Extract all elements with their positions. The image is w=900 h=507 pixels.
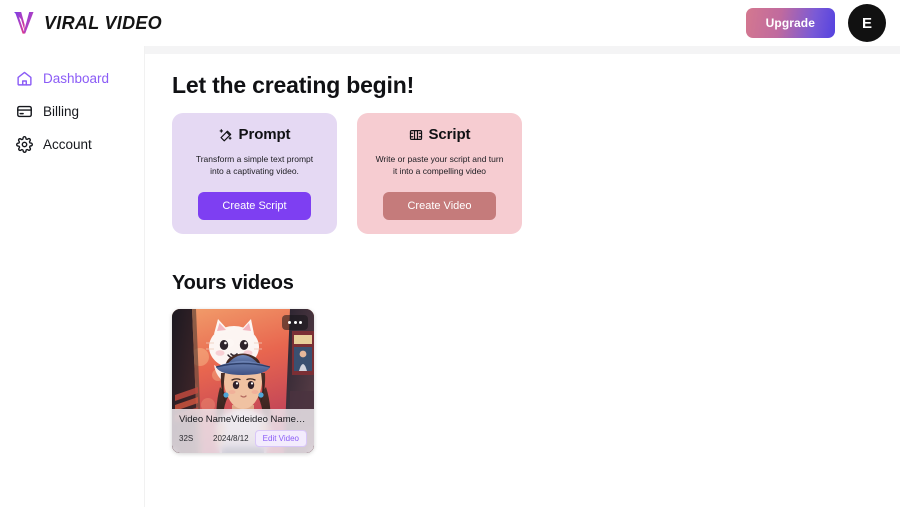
header-actions: Upgrade E (745, 4, 886, 42)
magic-wand-icon (219, 128, 233, 142)
video-duration: 32S (179, 433, 194, 443)
more-options-icon[interactable] (282, 314, 308, 330)
upgrade-button[interactable]: Upgrade (745, 8, 835, 38)
sidebar-item-account[interactable]: Account (0, 128, 144, 161)
sidebar-item-label: Dashboard (43, 71, 110, 86)
viral-video-v-logo-icon (12, 10, 36, 36)
action-card-prompt[interactable]: Prompt Transform a simple text prompt in… (172, 113, 337, 234)
card-title: Script (428, 126, 471, 143)
card-header: Prompt (184, 126, 325, 143)
action-cards: Prompt Transform a simple text prompt in… (172, 113, 900, 234)
sidebar-item-billing[interactable]: Billing (0, 95, 144, 128)
video-grid: Video NameVideideo Name V... 32S 2024/8/… (172, 308, 900, 453)
film-strip-icon (409, 128, 423, 142)
create-video-button[interactable]: Create Video (383, 191, 496, 220)
action-card-script[interactable]: Script Write or paste your script and tu… (357, 113, 522, 234)
create-script-button[interactable]: Create Script (198, 191, 311, 220)
main-content: Let the creating begin! Prompt Transform… (145, 46, 900, 507)
video-info-overlay: Video NameVideideo Name V... 32S 2024/8/… (172, 408, 314, 453)
brand-name: VIRAL VIDEO (44, 12, 162, 33)
sidebar-item-label: Account (43, 137, 92, 152)
sidebar-item-dashboard[interactable]: Dashboard (0, 62, 144, 95)
page-title: Let the creating begin! (172, 72, 415, 98)
sidebar-item-label: Billing (43, 104, 80, 119)
videos-section-title: Yours videos (172, 271, 294, 294)
gear-icon (16, 136, 33, 153)
sidebar: Dashboard Billing Account (0, 46, 145, 507)
video-card[interactable]: Video NameVideideo Name V... 32S 2024/8/… (172, 308, 314, 453)
edit-video-button[interactable]: Edit Video (254, 429, 307, 447)
avatar[interactable]: E (848, 4, 886, 42)
card-description: Transform a simple text prompt into a ca… (195, 154, 314, 177)
credit-card-icon (16, 103, 33, 120)
video-date: 2024/8/12 (213, 433, 249, 443)
card-description: Write or paste your script and turn it i… (375, 154, 504, 177)
app-body: Dashboard Billing Account Let the creati… (0, 46, 900, 507)
video-meta: 32S 2024/8/12 Edit Video (179, 429, 307, 447)
app-root: VIRAL VIDEO Upgrade E Dashboard Billing … (0, 0, 900, 507)
card-title: Prompt (238, 126, 291, 143)
card-header: Script (369, 126, 510, 143)
app-header: VIRAL VIDEO Upgrade E (0, 0, 900, 46)
home-icon (16, 70, 33, 87)
brand[interactable]: VIRAL VIDEO (12, 10, 162, 36)
video-name: Video NameVideideo Name V... (179, 413, 307, 425)
